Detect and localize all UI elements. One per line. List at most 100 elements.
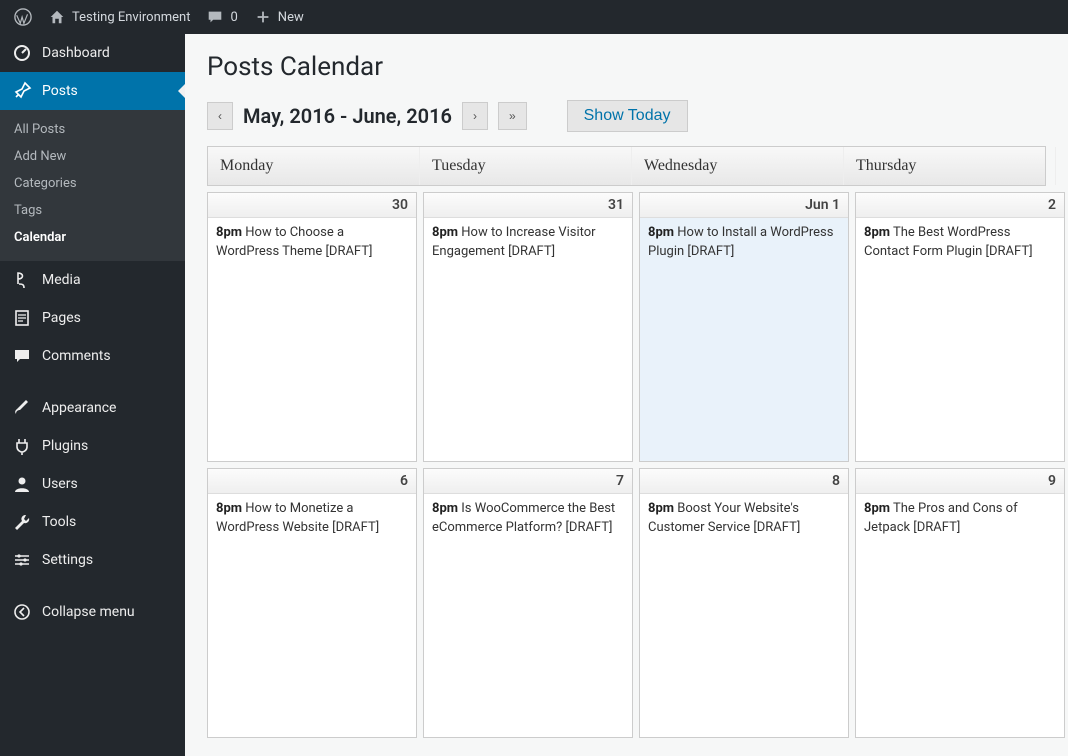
sidebar-item-label: Settings <box>42 552 93 568</box>
cell-date: 30 <box>208 193 416 218</box>
collapse-menu[interactable]: Collapse menu <box>0 593 185 631</box>
col-header-thursday: Thursday <box>844 147 1056 185</box>
cell-date: Jun 1 <box>640 193 848 218</box>
submenu-categories[interactable]: Categories <box>0 170 185 197</box>
comments-count: 0 <box>230 10 237 25</box>
sidebar-item-pages[interactable]: Pages <box>0 299 185 337</box>
comment-icon <box>206 8 224 26</box>
page-title: Posts Calendar <box>207 52 1046 82</box>
submenu-add-new[interactable]: Add New <box>0 143 185 170</box>
event-time: 8pm <box>864 225 890 240</box>
calendar-cell[interactable]: 88pm Boost Your Website's Customer Servi… <box>639 468 849 738</box>
plug-icon <box>12 436 32 456</box>
comments-link[interactable]: 0 <box>198 0 245 34</box>
site-title: Testing Environment <box>72 10 190 25</box>
cell-date: 7 <box>424 469 632 494</box>
calendar-cell[interactable]: 68pm How to Monetize a WordPress Website… <box>207 468 417 738</box>
calendar-cell[interactable]: Jun 18pm How to Install a WordPress Plug… <box>639 192 849 462</box>
calendar-cell[interactable]: 318pm How to Increase Visitor Engagement… <box>423 192 633 462</box>
menu-separator <box>0 579 185 593</box>
calendar-cell[interactable]: 78pm Is WooCommerce the Best eCommerce P… <box>423 468 633 738</box>
next-range-button[interactable]: › <box>462 102 488 130</box>
submenu-all-posts[interactable]: All Posts <box>0 116 185 143</box>
cell-event[interactable]: 8pm The Pros and Cons of Jetpack [DRAFT] <box>856 494 1064 544</box>
cell-date: 6 <box>208 469 416 494</box>
sidebar-item-posts[interactable]: Posts <box>0 72 185 110</box>
cell-event[interactable]: 8pm Boost Your Website's Customer Servic… <box>640 494 848 544</box>
ff-range-button[interactable]: » <box>498 102 527 130</box>
event-time: 8pm <box>216 501 242 516</box>
cell-date: 2 <box>856 193 1064 218</box>
sidebar-item-label: Dashboard <box>42 45 110 61</box>
prev-range-button[interactable]: ‹ <box>207 102 233 130</box>
sidebar-item-label: Posts <box>42 83 78 99</box>
sliders-icon <box>12 550 32 570</box>
cell-event[interactable]: 8pm How to Monetize a WordPress Website … <box>208 494 416 544</box>
calendar-row: 308pm How to Choose a WordPress Theme [D… <box>207 192 1046 462</box>
calendar-cell[interactable]: 98pm The Pros and Cons of Jetpack [DRAFT… <box>855 468 1065 738</box>
media-icon <box>12 270 32 290</box>
sidebar-item-label: Plugins <box>42 438 88 454</box>
brush-icon <box>12 398 32 418</box>
cell-event[interactable]: 8pm The Best WordPress Contact Form Plug… <box>856 218 1064 268</box>
menu-separator <box>0 375 185 389</box>
col-header-tuesday: Tuesday <box>420 147 632 185</box>
sidebar-item-media[interactable]: Media <box>0 261 185 299</box>
cell-event[interactable]: 8pm Is WooCommerce the Best eCommerce Pl… <box>424 494 632 544</box>
home-icon <box>48 8 66 26</box>
show-today-button[interactable]: Show Today <box>567 100 688 132</box>
calendar-range: May, 2016 - June, 2016 <box>243 104 452 128</box>
cell-event[interactable]: 8pm How to Install a WordPress Plugin [D… <box>640 218 848 268</box>
wrench-icon <box>12 512 32 532</box>
event-title: The Best WordPress Contact Form Plugin [… <box>864 225 1033 259</box>
dashboard-icon <box>12 43 32 63</box>
sidebar-item-label: Media <box>42 272 81 288</box>
new-content-link[interactable]: New <box>246 0 312 34</box>
col-header-wednesday: Wednesday <box>632 147 844 185</box>
sidebar-item-label: Pages <box>42 310 81 326</box>
cell-event[interactable]: 8pm How to Increase Visitor Engagement [… <box>424 218 632 268</box>
calendar-nav: ‹ May, 2016 - June, 2016 › » Show Today <box>207 100 1046 132</box>
page-icon <box>12 308 32 328</box>
event-time: 8pm <box>216 225 242 240</box>
new-label: New <box>278 10 304 25</box>
sidebar-item-users[interactable]: Users <box>0 465 185 503</box>
sidebar-item-label: Appearance <box>42 400 116 416</box>
sidebar-item-plugins[interactable]: Plugins <box>0 427 185 465</box>
admin-sidebar: Dashboard Posts All Posts Add New Catego… <box>0 34 185 756</box>
sidebar-item-dashboard[interactable]: Dashboard <box>0 34 185 72</box>
sidebar-item-tools[interactable]: Tools <box>0 503 185 541</box>
posts-submenu: All Posts Add New Categories Tags Calend… <box>0 110 185 261</box>
sidebar-item-label: Users <box>42 476 78 492</box>
main-content: Posts Calendar ‹ May, 2016 - June, 2016 … <box>185 34 1068 756</box>
calendar-cell[interactable]: 308pm How to Choose a WordPress Theme [D… <box>207 192 417 462</box>
admin-bar: Testing Environment 0 New <box>0 0 1068 34</box>
plus-icon <box>254 8 272 26</box>
event-time: 8pm <box>864 501 890 516</box>
wordpress-icon <box>14 8 32 26</box>
event-time: 8pm <box>648 225 674 240</box>
submenu-calendar[interactable]: Calendar <box>0 224 185 251</box>
sidebar-item-label: Tools <box>42 514 76 530</box>
event-time: 8pm <box>432 225 458 240</box>
collapse-icon <box>12 602 32 622</box>
comments-icon <box>12 346 32 366</box>
sidebar-item-label: Comments <box>42 348 111 364</box>
cell-event[interactable]: 8pm How to Choose a WordPress Theme [DRA… <box>208 218 416 268</box>
user-icon <box>12 474 32 494</box>
site-link[interactable]: Testing Environment <box>40 0 198 34</box>
event-time: 8pm <box>432 501 458 516</box>
submenu-tags[interactable]: Tags <box>0 197 185 224</box>
event-title: How to Install a WordPress Plugin [DRAFT… <box>648 225 833 259</box>
sidebar-item-label: Collapse menu <box>42 604 135 620</box>
calendar-row: 68pm How to Monetize a WordPress Website… <box>207 468 1046 738</box>
calendar-body: 308pm How to Choose a WordPress Theme [D… <box>207 192 1046 738</box>
sidebar-item-comments[interactable]: Comments <box>0 337 185 375</box>
cell-date: 8 <box>640 469 848 494</box>
sidebar-item-appearance[interactable]: Appearance <box>0 389 185 427</box>
wordpress-logo-menu[interactable] <box>6 0 40 34</box>
event-title: Is WooCommerce the Best eCommerce Platfo… <box>432 501 615 535</box>
sidebar-item-settings[interactable]: Settings <box>0 541 185 579</box>
calendar-cell[interactable]: 28pm The Best WordPress Contact Form Plu… <box>855 192 1065 462</box>
col-header-monday: Monday <box>208 147 420 185</box>
